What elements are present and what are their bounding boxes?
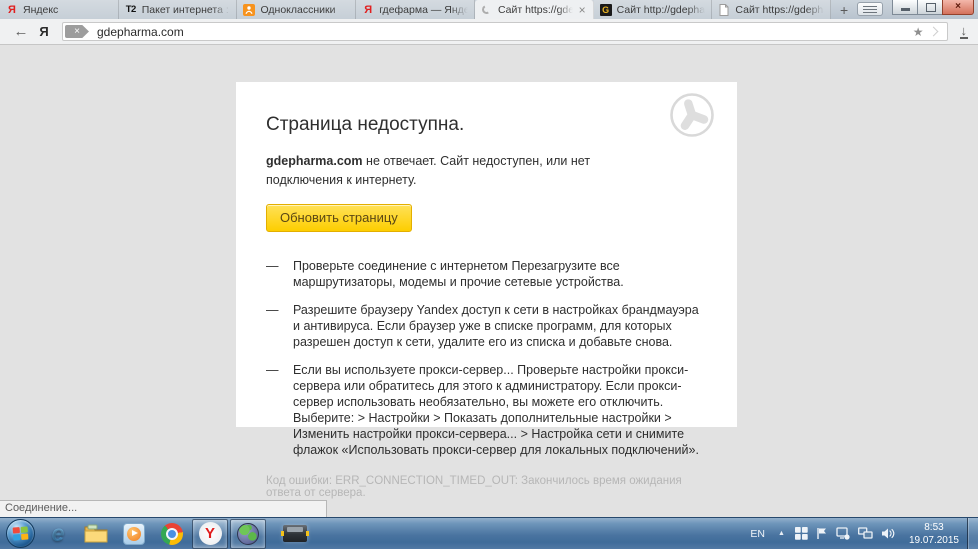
address-bar[interactable]: × gdepharma.com ★ bbox=[62, 22, 948, 41]
action-center-flag-icon[interactable] bbox=[812, 527, 832, 540]
volume-icon[interactable] bbox=[877, 527, 899, 540]
tab-strip: Я Яндекс Т2 Пакет интернета : Кр Однокла… bbox=[0, 0, 978, 19]
tip-item: — Разрешите браузеру Yandex доступ к сет… bbox=[266, 302, 707, 350]
tab-title: Одноклассники bbox=[260, 4, 349, 16]
taskbar: e Y EN ▲ bbox=[0, 517, 978, 549]
taskbar-apps: e Y bbox=[0, 518, 314, 549]
tab-tele2-paket-interneta[interactable]: Т2 Пакет интернета : Кр bbox=[119, 0, 238, 19]
tab-site-gdepharma-active[interactable]: Сайт https://gdephar × bbox=[475, 0, 594, 19]
download-icon[interactable]: ↓ bbox=[960, 24, 969, 39]
bookmark-star-icon[interactable]: ★ bbox=[913, 25, 924, 39]
new-tab-button[interactable]: + bbox=[831, 0, 857, 19]
status-bar: Соединение... bbox=[0, 500, 327, 517]
bullet-dash: — bbox=[266, 258, 293, 290]
error-domain: gdepharma.com bbox=[266, 154, 363, 168]
tab-title: Сайт https://gdephar bbox=[735, 4, 824, 16]
clock-time: 8:53 bbox=[909, 521, 959, 534]
bullet-dash: — bbox=[266, 302, 293, 350]
chevron-divider bbox=[928, 27, 938, 37]
taskbar-media-player[interactable] bbox=[116, 519, 152, 549]
url-text: gdepharma.com bbox=[97, 25, 913, 39]
page-viewport: Страница недоступна. gdepharma.com не от… bbox=[0, 46, 978, 517]
loading-spinner-icon bbox=[481, 4, 493, 16]
device-settings-icon[interactable] bbox=[832, 527, 854, 540]
tab-close-icon[interactable]: × bbox=[578, 3, 587, 17]
windows-flag-icon bbox=[13, 526, 29, 540]
tab-site-gdepharma-https[interactable]: Сайт https://gdephar bbox=[712, 0, 831, 19]
error-message: gdepharma.com не отвечает. Сайт недоступ… bbox=[266, 152, 664, 191]
tip-text: Разрешите браузеру Yandex доступ к сети … bbox=[293, 302, 707, 350]
error-code: Код ошибки: ERR_CONNECTION_TIMED_OUT: За… bbox=[266, 475, 707, 499]
globe-icon bbox=[237, 523, 259, 545]
tab-yandex[interactable]: Я Яндекс bbox=[0, 0, 119, 19]
browser-menu-button[interactable] bbox=[857, 2, 883, 16]
back-button[interactable]: ← bbox=[10, 23, 32, 40]
refresh-page-button[interactable]: Обновить страницу bbox=[266, 204, 412, 232]
taskbar-yandex-browser[interactable]: Y bbox=[192, 519, 228, 549]
tele2-favicon: Т2 bbox=[125, 4, 137, 16]
yandex-home-button[interactable]: Я bbox=[32, 24, 56, 39]
internet-explorer-icon: e bbox=[52, 520, 65, 547]
language-indicator[interactable]: EN bbox=[743, 528, 772, 540]
tip-text: Проверьте соединение с интернетом Переза… bbox=[293, 258, 707, 290]
yandex-browser-icon: Y bbox=[199, 522, 222, 545]
tip-item: — Проверьте соединение с интернетом Пере… bbox=[266, 258, 707, 290]
blank-page-favicon bbox=[718, 4, 730, 16]
tab-site-gdepharma-http[interactable]: G Сайт http://gdepharm bbox=[594, 0, 713, 19]
tab-title: гдефарма — Яндекс: bbox=[379, 4, 468, 16]
tab-title: Пакет интернета : Кр bbox=[142, 4, 231, 16]
g-favicon: G bbox=[600, 4, 612, 16]
windows-update-icon[interactable] bbox=[791, 527, 812, 540]
minimize-button[interactable] bbox=[892, 0, 918, 15]
tab-title: Яндекс bbox=[23, 4, 112, 16]
error-title: Страница недоступна. bbox=[266, 114, 707, 136]
yandex-favicon: Я bbox=[6, 4, 18, 16]
site-error-badge-icon[interactable]: × bbox=[65, 25, 89, 38]
media-player-icon bbox=[123, 523, 145, 545]
chrome-icon bbox=[161, 523, 183, 545]
troubleshooting-tips: — Проверьте соединение с интернетом Пере… bbox=[266, 258, 707, 458]
start-button[interactable] bbox=[6, 519, 35, 548]
system-tray: EN ▲ 8:53 19.07.2015 bbox=[743, 518, 978, 549]
clock-date: 19.07.2015 bbox=[909, 534, 959, 547]
taskbar-device-app[interactable] bbox=[277, 519, 313, 549]
tab-title: Сайт https://gdephar bbox=[498, 4, 573, 16]
tab-title: Сайт http://gdepharm bbox=[617, 4, 706, 16]
taskbar-internet-explorer[interactable]: e bbox=[40, 519, 76, 549]
yandex-browser-ball-icon bbox=[669, 92, 715, 143]
clock[interactable]: 8:53 19.07.2015 bbox=[899, 521, 967, 547]
status-text: Соединение... bbox=[5, 502, 77, 514]
show-desktop-button[interactable] bbox=[967, 518, 978, 549]
bullet-dash: — bbox=[266, 362, 293, 458]
odnoklassniki-favicon bbox=[243, 4, 255, 16]
tab-gdefarma-search[interactable]: Я гдефарма — Яндекс: bbox=[356, 0, 475, 19]
network-icon[interactable] bbox=[854, 527, 877, 540]
close-button[interactable]: × bbox=[942, 0, 974, 15]
fax-device-icon bbox=[283, 525, 307, 542]
screen: Я Яндекс Т2 Пакет интернета : Кр Однокла… bbox=[0, 0, 978, 549]
browser-toolbar: ← Я × gdepharma.com ★ ↓ bbox=[0, 19, 978, 45]
window-controls: × bbox=[893, 0, 974, 19]
error-card: Страница недоступна. gdepharma.com не от… bbox=[236, 82, 737, 427]
tip-text: Если вы используете прокси-сервер... Про… bbox=[293, 362, 707, 458]
taskbar-globe-app[interactable] bbox=[230, 519, 266, 549]
yandex-favicon: Я bbox=[362, 4, 374, 16]
tab-odnoklassniki[interactable]: Одноклассники bbox=[237, 0, 356, 19]
taskbar-chrome[interactable] bbox=[154, 519, 190, 549]
folder-icon bbox=[84, 524, 108, 543]
taskbar-file-explorer[interactable] bbox=[78, 519, 114, 549]
tip-item: — Если вы используете прокси-сервер... П… bbox=[266, 362, 707, 458]
maximize-button[interactable] bbox=[917, 0, 943, 15]
hidden-icons-button[interactable]: ▲ bbox=[772, 530, 791, 537]
